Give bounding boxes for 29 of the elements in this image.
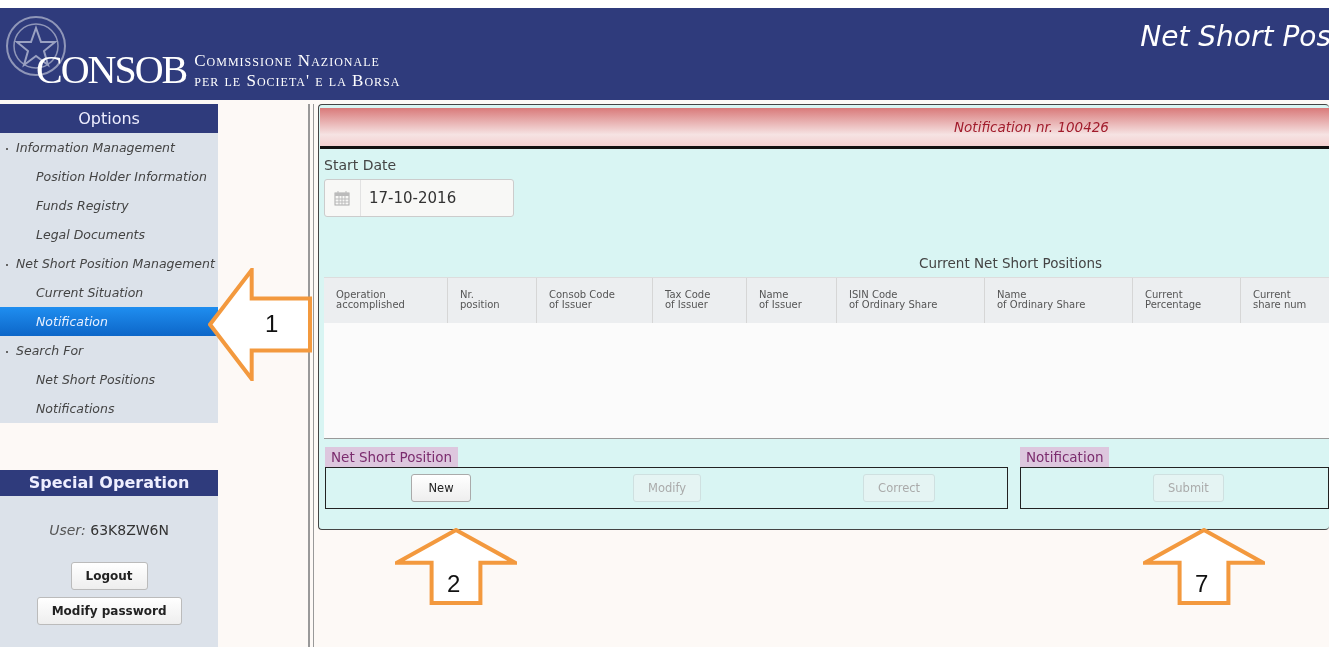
section-title: Notification [1020, 447, 1110, 467]
panel-title: Special Operation [0, 470, 219, 496]
nav-item[interactable]: Notification [0, 307, 219, 336]
logo-subtitle: per le Societa' e la Borsa [194, 71, 401, 91]
date-field[interactable]: 17-10-2016 [324, 179, 514, 217]
logo-subtitle: Commissione Nazionale [194, 51, 381, 71]
nav-item[interactable]: Notifications [0, 394, 219, 423]
nav-item[interactable]: Funds Registry [0, 191, 219, 220]
nav-group[interactable]: Net Short Position Management [0, 249, 219, 278]
action-button[interactable]: Logout [70, 562, 148, 590]
callout-number: 2 [447, 570, 461, 598]
logo-text: CONSOB [36, 50, 187, 90]
nav-group[interactable]: Search For [0, 336, 219, 365]
nav-item[interactable]: Legal Documents [0, 220, 219, 249]
user-info: User: 63K8ZW6N [49, 522, 169, 538]
nav-item[interactable]: Current Situation [0, 278, 219, 307]
panel-title: Options [0, 104, 219, 133]
calendar-icon [334, 190, 350, 206]
field-label: Start Date [324, 157, 398, 173]
callout-number: 7 [1195, 570, 1209, 598]
section-title: Net Short Position [325, 447, 459, 467]
action-button[interactable]: New [411, 474, 471, 502]
notification-title: Notification nr. 100426 [954, 119, 1109, 135]
action-button[interactable]: Modify password [36, 597, 182, 625]
callout-number: 1 [265, 310, 279, 338]
nav-item[interactable]: Position Holder Information [0, 162, 219, 191]
nav-group[interactable]: Information Management [0, 133, 219, 162]
table-title: Current Net Short Positions [919, 255, 1104, 271]
nav-item[interactable]: Net Short Positions [0, 365, 219, 394]
